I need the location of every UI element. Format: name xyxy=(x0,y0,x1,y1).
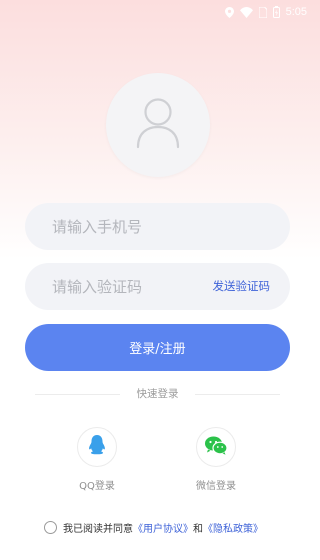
login-register-button[interactable]: 登录/注册 xyxy=(25,324,290,371)
code-field: 发送验证码 xyxy=(25,263,290,310)
wechat-icon xyxy=(205,436,228,459)
agreement-prefix: 我已阅读并同意 xyxy=(63,523,133,535)
qq-icon-circle[interactable] xyxy=(77,427,117,467)
avatar[interactable] xyxy=(106,73,210,177)
agreement-and: 和 xyxy=(193,523,203,535)
user-agreement-link[interactable]: 《用户协议》 xyxy=(133,520,193,535)
send-code-button[interactable]: 发送验证码 xyxy=(213,263,271,310)
agreement-checkbox[interactable] xyxy=(44,520,57,534)
wifi-icon xyxy=(239,6,253,18)
quick-login-label: 快速登录 xyxy=(136,388,179,400)
qq-icon xyxy=(88,435,106,459)
status-time: 5:05 xyxy=(285,6,307,18)
wechat-icon-circle[interactable] xyxy=(196,427,236,467)
wechat-login-button[interactable]: 微信登录 xyxy=(176,427,256,492)
divider-right xyxy=(195,394,280,395)
location-icon xyxy=(224,6,234,18)
qq-login-button[interactable]: QQ登录 xyxy=(57,427,137,492)
divider-left xyxy=(35,394,120,395)
battery-icon xyxy=(272,6,280,18)
phone-field xyxy=(25,203,290,250)
phone-input[interactable] xyxy=(52,217,202,236)
sim-icon xyxy=(258,6,267,18)
wechat-login-label: 微信登录 xyxy=(196,481,236,492)
user-icon xyxy=(135,97,181,153)
agreement-row: 我已阅读并同意 《用户协议》 和 《隐私政策》 xyxy=(44,519,263,535)
qq-login-label: QQ登录 xyxy=(79,481,115,492)
status-bar: 5:05 xyxy=(0,0,315,24)
verification-code-input[interactable] xyxy=(52,277,202,296)
privacy-policy-link[interactable]: 《隐私政策》 xyxy=(203,520,263,535)
